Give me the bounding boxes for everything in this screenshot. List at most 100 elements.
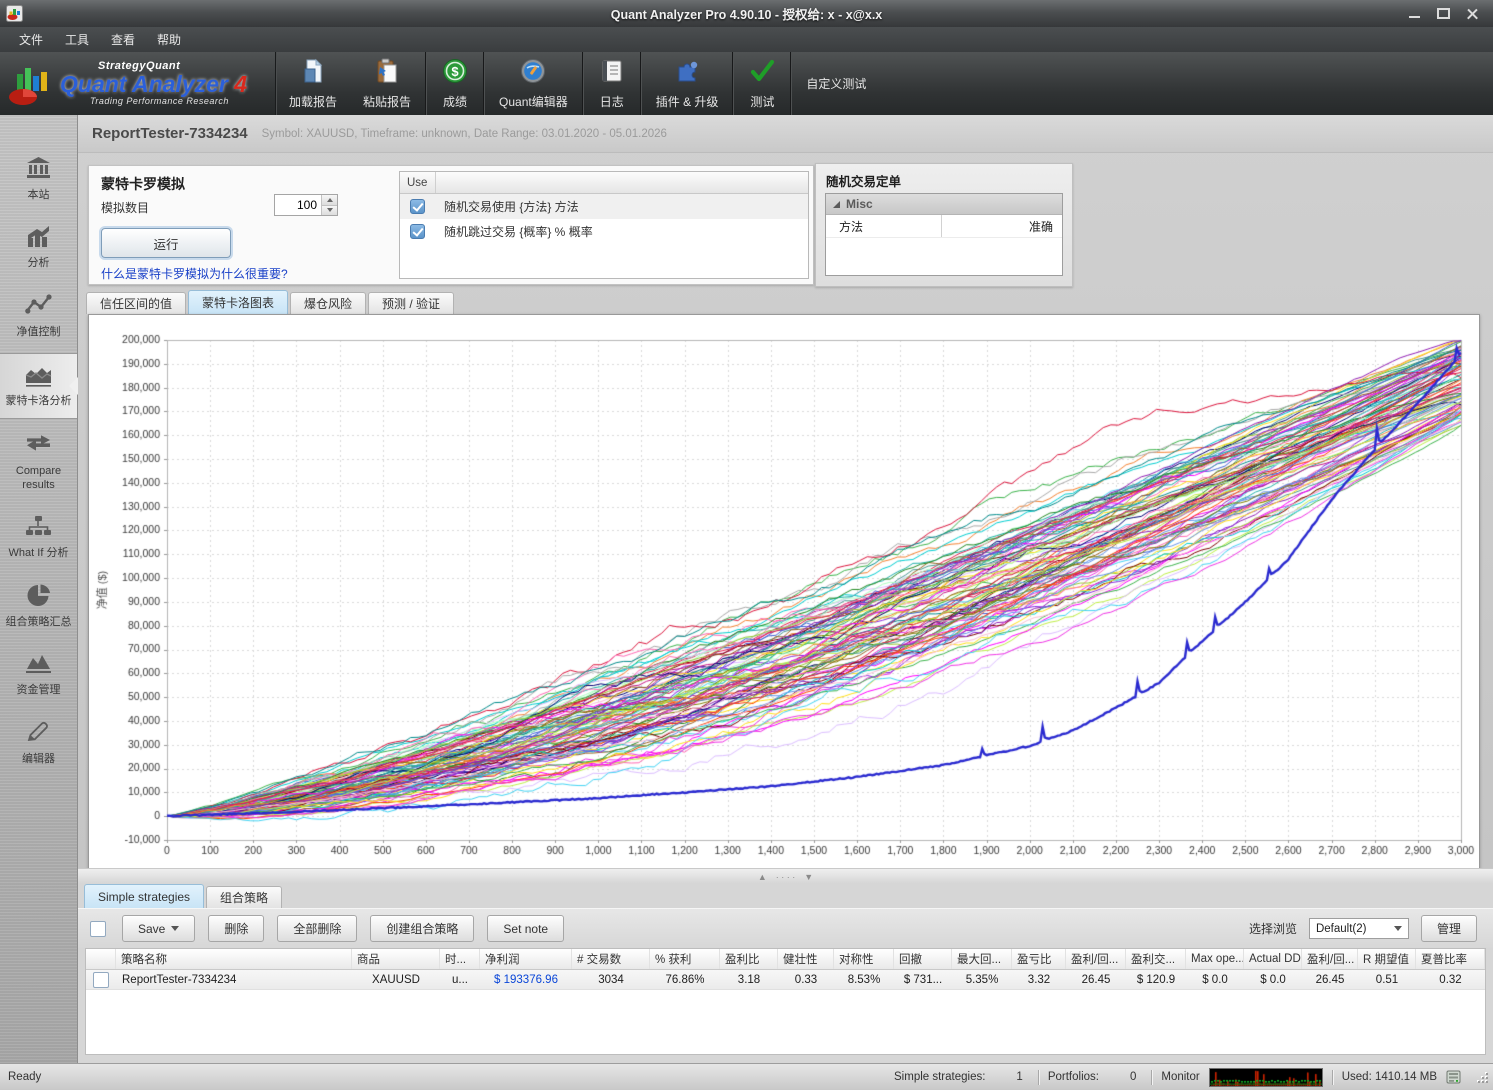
row-checkbox[interactable] <box>93 972 109 988</box>
close-button[interactable] <box>1465 7 1479 21</box>
tab-confidence-values[interactable]: 信任区间的值 <box>86 292 186 314</box>
use-option-row[interactable]: 随机交易使用 {方法} 方法 <box>400 194 808 219</box>
column-header[interactable]: 净利润 <box>480 949 572 969</box>
manage-button[interactable]: 管理 <box>1421 915 1477 942</box>
sidebar-item-editor[interactable]: 编辑器 <box>0 711 77 776</box>
menu-item-1[interactable]: 工具 <box>54 28 100 51</box>
minimize-button[interactable] <box>1407 7 1421 21</box>
strategy-table-row[interactable]: ReportTester-7334234XAUUSDu...$ 193376.9… <box>86 970 1485 990</box>
column-header[interactable]: 盈利比 <box>720 949 778 969</box>
column-header[interactable]: # 交易数 <box>572 949 650 969</box>
analyze-icon <box>25 225 52 254</box>
spinner-down-button[interactable] <box>322 205 337 216</box>
cell-checkbox <box>86 970 116 989</box>
select-all-checkbox[interactable] <box>90 921 106 937</box>
strategies-toolbar: Save 删除全部删除创建组合策略Set note 选择浏览 Default(2… <box>78 908 1493 948</box>
spinner-up-button[interactable] <box>322 195 337 205</box>
toolbar-quant-editor-button[interactable]: Quant编辑器 <box>486 52 581 115</box>
column-header[interactable]: 盈亏比 <box>1012 949 1066 969</box>
strategies-table: 策略名称商品时...净利润# 交易数% 获利盈利比健壮性对称性回撤最大回...盈… <box>85 948 1486 1055</box>
column-header[interactable]: 对称性 <box>834 949 894 969</box>
maximize-button[interactable] <box>1436 7 1450 21</box>
tab-portfolios[interactable]: 组合策略 <box>206 886 282 908</box>
tab-simple-strategies[interactable]: Simple strategies <box>84 884 204 908</box>
menu-item-0[interactable]: 文件 <box>8 28 54 51</box>
sidebar-item-monte-carlo[interactable]: 蒙特卡洛分析 <box>0 353 77 420</box>
use-option-label: 随机交易使用 {方法} 方法 <box>444 198 579 215</box>
toolbar-log-button[interactable]: 日志 <box>585 52 639 115</box>
column-header-checkbox <box>86 949 116 969</box>
cell: 3.18 <box>720 970 778 989</box>
use-option-row[interactable]: 随机跳过交易 {概率} % 概率 <box>400 219 808 244</box>
column-header[interactable]: 夏普比率 <box>1416 949 1485 969</box>
column-header[interactable]: 时... <box>440 949 480 969</box>
window-controls <box>1407 7 1493 21</box>
cell: 76.86% <box>650 970 720 989</box>
set-note-button[interactable]: Set note <box>487 915 564 942</box>
sidebar-item-label: 分析 <box>28 257 50 271</box>
toolbar-load-report-button[interactable]: 加载报告 <box>276 52 350 115</box>
column-header[interactable]: % 获利 <box>650 949 720 969</box>
menu-item-3[interactable]: 帮助 <box>146 28 192 51</box>
tab-prediction-validation[interactable]: 预测 / 验证 <box>368 292 454 314</box>
misc-group-header[interactable]: Misc <box>826 194 1062 215</box>
monte-carlo-help-link[interactable]: 什么是蒙特卡罗模拟为什么很重要? <box>101 265 288 282</box>
column-header[interactable]: Max ope... <box>1186 949 1244 969</box>
application-window: Quant Analyzer Pro 4.90.10 - 授权给: x - x@… <box>0 0 1493 1090</box>
toolbar-paste-report-button[interactable]: 粘贴报告 <box>350 52 424 115</box>
sidebar-item-compare-results[interactable]: Compare results <box>0 423 77 501</box>
sidebar-item-money-management[interactable]: 资金管理 <box>0 642 77 707</box>
table-header-row: 策略名称商品时...净利润# 交易数% 获利盈利比健壮性对称性回撤最大回...盈… <box>86 949 1485 970</box>
column-header[interactable]: 健壮性 <box>778 949 834 969</box>
logo-subtitle: Trading Performance Research <box>60 97 247 106</box>
property-row[interactable]: 方法 准确 <box>826 215 1062 238</box>
simulations-input[interactable] <box>275 195 321 215</box>
sidebar-item-equity-control[interactable]: 净值控制 <box>0 284 77 349</box>
sidebar-item-portfolio-master[interactable]: 组合策略汇总 <box>0 574 77 639</box>
svg-text:$: $ <box>451 64 459 79</box>
tab-monte-carlo-chart[interactable]: 蒙特卡洛图表 <box>188 290 288 314</box>
column-header[interactable]: 商品 <box>352 949 440 969</box>
sidebar-item-home[interactable]: 本站 <box>0 147 77 212</box>
delete-button[interactable]: 删除 <box>208 915 264 942</box>
resize-grip[interactable] <box>1475 1070 1489 1084</box>
toolbar-separator <box>732 52 734 115</box>
column-header[interactable]: R 期望值 <box>1358 949 1416 969</box>
collapse-down-icon[interactable]: ▼ <box>804 873 813 882</box>
column-header[interactable]: 最大回... <box>952 949 1012 969</box>
tab-blowup-risk[interactable]: 爆仓风险 <box>290 292 366 314</box>
save-button[interactable]: Save <box>122 915 195 942</box>
toolbar-test-button[interactable]: 测试 <box>735 52 789 115</box>
property-value[interactable]: 准确 <box>942 215 1062 237</box>
run-button[interactable]: 运行 <box>101 228 231 258</box>
simulations-label: 模拟数目 <box>101 199 149 216</box>
collapse-up-icon[interactable]: ▲ <box>758 873 767 882</box>
toolbar-custom-test-button[interactable]: 自定义测试 <box>793 52 879 115</box>
memory-icon[interactable] <box>1446 1070 1462 1085</box>
sidebar-item-what-if[interactable]: What If 分析 <box>0 505 77 570</box>
simple-strategies-count: 1 <box>1016 1071 1022 1083</box>
toolbar-separator <box>640 52 642 115</box>
column-header[interactable]: 策略名称 <box>116 949 352 969</box>
sidebar-item-analyze[interactable]: 分析 <box>0 216 77 281</box>
checkbox-checked-icon[interactable] <box>410 224 425 239</box>
toolbar-separator <box>790 52 792 115</box>
toolbar-plugins-upgrade-button[interactable]: 插件 & 升级 <box>643 52 732 115</box>
create-portfolio-button[interactable]: 创建组合策略 <box>370 915 474 942</box>
delete-all-button[interactable]: 全部删除 <box>277 915 357 942</box>
column-header[interactable]: 盈利交... <box>1126 949 1186 969</box>
column-header[interactable]: 盈利/回... <box>1066 949 1126 969</box>
simulations-spinner <box>274 194 338 216</box>
load-report-icon <box>299 57 327 88</box>
menu-item-2[interactable]: 查看 <box>100 28 146 51</box>
toolbar-results-button[interactable]: $成绩 <box>428 52 482 115</box>
column-header[interactable]: Actual DD <box>1244 949 1302 969</box>
window-title: Quant Analyzer Pro 4.90.10 - 授权给: x - x@… <box>0 4 1493 23</box>
column-header[interactable]: 盈利/回... <box>1302 949 1358 969</box>
column-header[interactable]: 回撤 <box>894 949 952 969</box>
minimize-icon <box>1409 16 1420 18</box>
checkbox-checked-icon[interactable] <box>410 199 425 214</box>
equity-curves-canvas <box>89 315 1477 866</box>
databank-select[interactable]: Default(2) <box>1309 918 1409 939</box>
random-trades-panel: 随机交易定单 Misc 方法 准确 <box>815 163 1073 287</box>
